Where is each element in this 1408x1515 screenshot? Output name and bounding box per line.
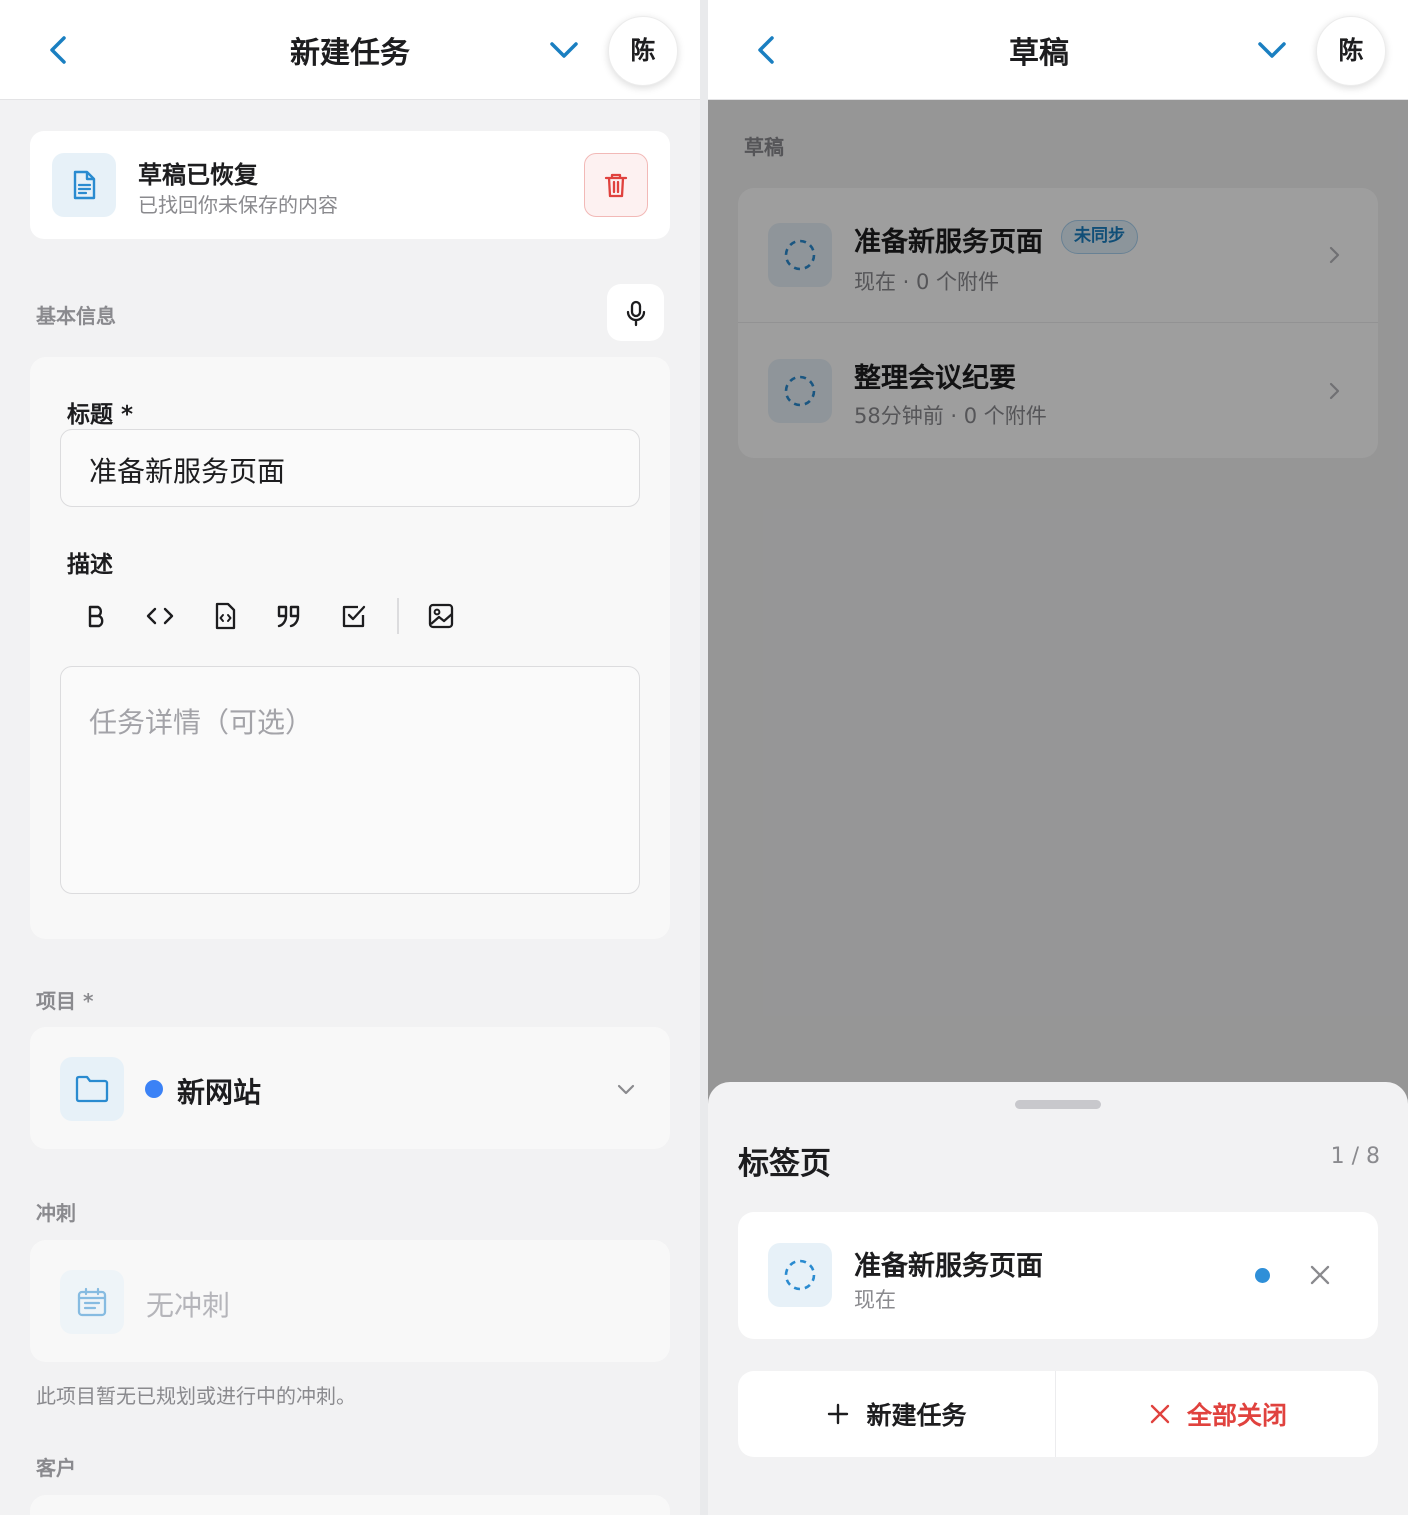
sprint-label: 冲刺 [36, 1201, 76, 1225]
bold-button[interactable] [76, 596, 116, 636]
description-label: 描述 [67, 552, 113, 578]
plus-icon [828, 1403, 849, 1425]
quote-icon [277, 605, 300, 628]
client-label: 客户 [36, 1456, 76, 1480]
code-file-icon [215, 602, 236, 630]
insert-image-button[interactable] [421, 596, 461, 636]
bold-icon [88, 605, 104, 628]
close-icon [1150, 1404, 1170, 1424]
avatar[interactable]: 陈 [608, 16, 678, 86]
title-input[interactable]: 准备新服务页面 [60, 429, 640, 507]
calendar-icon [60, 1270, 124, 1334]
description-placeholder: 任务详情（可选） [89, 706, 314, 739]
banner-subtitle: 已找回你未保存的内容 [138, 193, 338, 217]
header-dropdown-button[interactable] [1254, 32, 1290, 68]
project-label: 项目 * [36, 989, 94, 1013]
title-label: 标题 * [67, 402, 134, 428]
tab-counter: 1 / 8 [1330, 1144, 1380, 1169]
delete-draft-button[interactable] [584, 153, 648, 217]
new-task-label: 新建任务 [866, 1401, 967, 1430]
sprint-hint: 此项目暂无已规划或进行中的冲刺。 [36, 1384, 356, 1408]
chevron-down-icon [617, 1084, 635, 1095]
toolbar-divider [397, 598, 399, 634]
close-all-button[interactable]: 全部关闭 [1058, 1371, 1378, 1457]
draft-status-icon [768, 1243, 832, 1307]
top-bar: 新建任务 陈 [0, 0, 700, 100]
tab-meta: 现在 [854, 1288, 896, 1312]
header-dropdown-button[interactable] [546, 32, 582, 68]
drafts-screen: 草稿 陈 草稿 准备新服务页面 未同步 现在 · 0 个附件 整理会议纪要 58… [708, 0, 1408, 1515]
close-icon [1310, 1265, 1330, 1285]
top-bar: 草稿 陈 [708, 0, 1408, 100]
client-select[interactable] [30, 1495, 670, 1515]
sheet-title: 标签页 [738, 1146, 831, 1182]
document-icon [52, 153, 116, 217]
close-all-label: 全部关闭 [1186, 1401, 1287, 1430]
project-value: 新网站 [177, 1076, 262, 1109]
quote-button[interactable] [269, 596, 309, 636]
avatar[interactable]: 陈 [1316, 16, 1386, 86]
sprint-value: 无冲刺 [146, 1289, 231, 1322]
voice-input-button[interactable] [607, 284, 664, 341]
active-tab-dot [1255, 1268, 1270, 1283]
code-icon [146, 607, 174, 625]
sheet-actions: 新建任务 全部关闭 [738, 1371, 1378, 1457]
close-tab-button[interactable] [1304, 1259, 1336, 1291]
checklist-button[interactable] [334, 596, 374, 636]
basic-info-label: 基本信息 [36, 304, 116, 328]
draft-restored-banner: 草稿已恢复 已找回你未保存的内容 [30, 131, 670, 239]
page-title: 草稿 [1009, 36, 1069, 71]
new-task-screen: 新建任务 陈 草稿已恢复 已找回你未保存的内容 基本信息 标题 * 准备新服务页… [0, 0, 700, 1515]
page-title: 新建任务 [290, 36, 410, 71]
checkbox-icon [342, 605, 366, 628]
microphone-icon [626, 300, 645, 326]
chevron-down-icon [550, 42, 578, 58]
tab-item[interactable]: 准备新服务页面 现在 [738, 1212, 1378, 1339]
trash-icon [604, 173, 628, 198]
chevron-down-icon [1258, 42, 1286, 58]
project-select[interactable]: 新网站 [30, 1027, 670, 1149]
sheet-grabber[interactable] [1015, 1100, 1101, 1109]
new-task-button[interactable]: 新建任务 [738, 1371, 1056, 1457]
tabs-sheet: 标签页 1 / 8 准备新服务页面 现在 新建任务 全部关闭 [708, 1082, 1408, 1515]
image-icon [428, 603, 454, 629]
banner-title: 草稿已恢复 [138, 161, 258, 189]
project-color-dot [145, 1080, 163, 1098]
title-input-value: 准备新服务页面 [89, 455, 286, 488]
folder-icon [60, 1057, 124, 1121]
code-button[interactable] [140, 596, 180, 636]
description-textarea[interactable]: 任务详情（可选） [60, 666, 640, 894]
tab-title: 准备新服务页面 [854, 1251, 1043, 1282]
sprint-select: 无冲刺 [30, 1240, 670, 1362]
code-block-button[interactable] [205, 596, 245, 636]
